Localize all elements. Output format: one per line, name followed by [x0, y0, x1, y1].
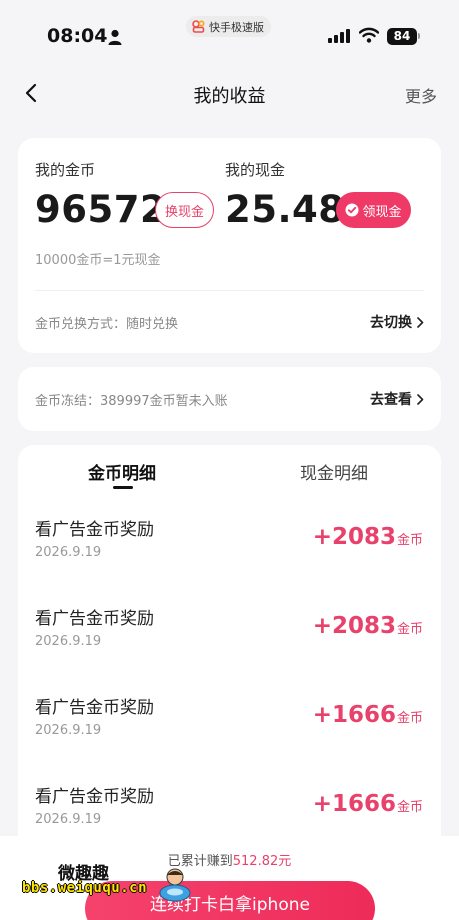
exchange-rate: 10000金币=1元现金 [35, 253, 161, 268]
status-time: 08:04 [47, 25, 108, 47]
nav-bar: 我的收益 更多 [0, 70, 459, 116]
tab-coin-details[interactable]: 金币明细 [88, 459, 156, 484]
amount-unit: 金币 [396, 800, 423, 815]
page-title: 我的收益 [193, 86, 266, 107]
status-bar: 08:04 快手极速版 84 [0, 0, 459, 70]
wifi-icon [359, 27, 379, 43]
battery-indicator: 84 [387, 28, 417, 45]
accum-amount: 512.82元 [232, 854, 292, 869]
amount-unit: 金币 [396, 622, 423, 637]
list-item[interactable]: 看广告金币奖励 2026.9.19 +2083 金币 [18, 515, 441, 604]
coin-value: 96572 [35, 188, 167, 231]
watermark-url: bbs.weiququ.cn [22, 880, 148, 896]
amount-unit: 金币 [396, 533, 423, 548]
amount-value: +2083 [312, 613, 396, 639]
amount-value: +2083 [312, 524, 396, 550]
withdraw-cash-button[interactable]: 领现金 [336, 192, 411, 228]
record-date: 2026.9.19 [35, 545, 102, 560]
chevron-right-icon [417, 316, 424, 328]
record-amount: +2083 金币 [313, 613, 423, 639]
record-amount: +1666 金币 [313, 791, 423, 817]
app-logo-icon [192, 20, 205, 33]
app-name: 快手极速版 [209, 20, 264, 34]
record-date: 2026.9.19 [35, 723, 102, 738]
withdraw-label: 领现金 [362, 204, 402, 220]
record-amount: +2083 金币 [313, 524, 423, 550]
record-date: 2026.9.19 [35, 812, 102, 827]
active-tab-indicator [113, 486, 133, 489]
switch-label: 去切换 [370, 315, 412, 331]
balance-card: 我的金币 96572 换现金 我的现金 25.48 领现金 10000金币=1元… [18, 138, 441, 353]
record-title: 看广告金币奖励 [35, 698, 154, 718]
switch-method-link[interactable]: 去切换 [370, 312, 424, 332]
more-button[interactable]: 更多 [405, 83, 437, 107]
divider [35, 290, 424, 291]
record-date: 2026.9.19 [35, 634, 102, 649]
record-title: 看广告金币奖励 [35, 520, 154, 540]
record-title: 看广告金币奖励 [35, 787, 154, 807]
list-item[interactable]: 看广告金币奖励 2026.9.19 +2083 金币 [18, 604, 441, 693]
frozen-coins-card: 金币冻结：389997金币暂未入账 去查看 [18, 367, 441, 431]
record-title: 看广告金币奖励 [35, 609, 154, 629]
signal-icon [328, 29, 350, 43]
battery-tip [418, 33, 420, 39]
amount-unit: 金币 [396, 711, 423, 726]
view-frozen-link[interactable]: 去查看 [370, 389, 424, 409]
chevron-right-icon [417, 393, 424, 405]
check-badge-icon [345, 203, 359, 217]
exchange-method: 金币兑换方式：随时兑换 [35, 317, 179, 332]
tab-cash-details[interactable]: 现金明细 [300, 459, 368, 484]
frozen-coins-text: 金币冻结：389997金币暂未入账 [35, 394, 228, 409]
record-amount: +1666 金币 [313, 702, 423, 728]
exchange-cash-button[interactable]: 换现金 [155, 192, 214, 228]
amount-value: +1666 [312, 702, 396, 728]
person-icon [108, 29, 122, 45]
cash-label: 我的现金 [225, 161, 286, 179]
cash-value: 25.48 [225, 188, 345, 231]
list-item[interactable]: 看广告金币奖励 2026.9.19 +1666 金币 [18, 693, 441, 782]
app-indicator[interactable]: 快手极速版 [186, 16, 271, 37]
amount-value: +1666 [312, 791, 396, 817]
view-label: 去查看 [370, 392, 412, 408]
watermark-figure-icon [159, 868, 191, 902]
coin-label: 我的金币 [35, 161, 96, 179]
